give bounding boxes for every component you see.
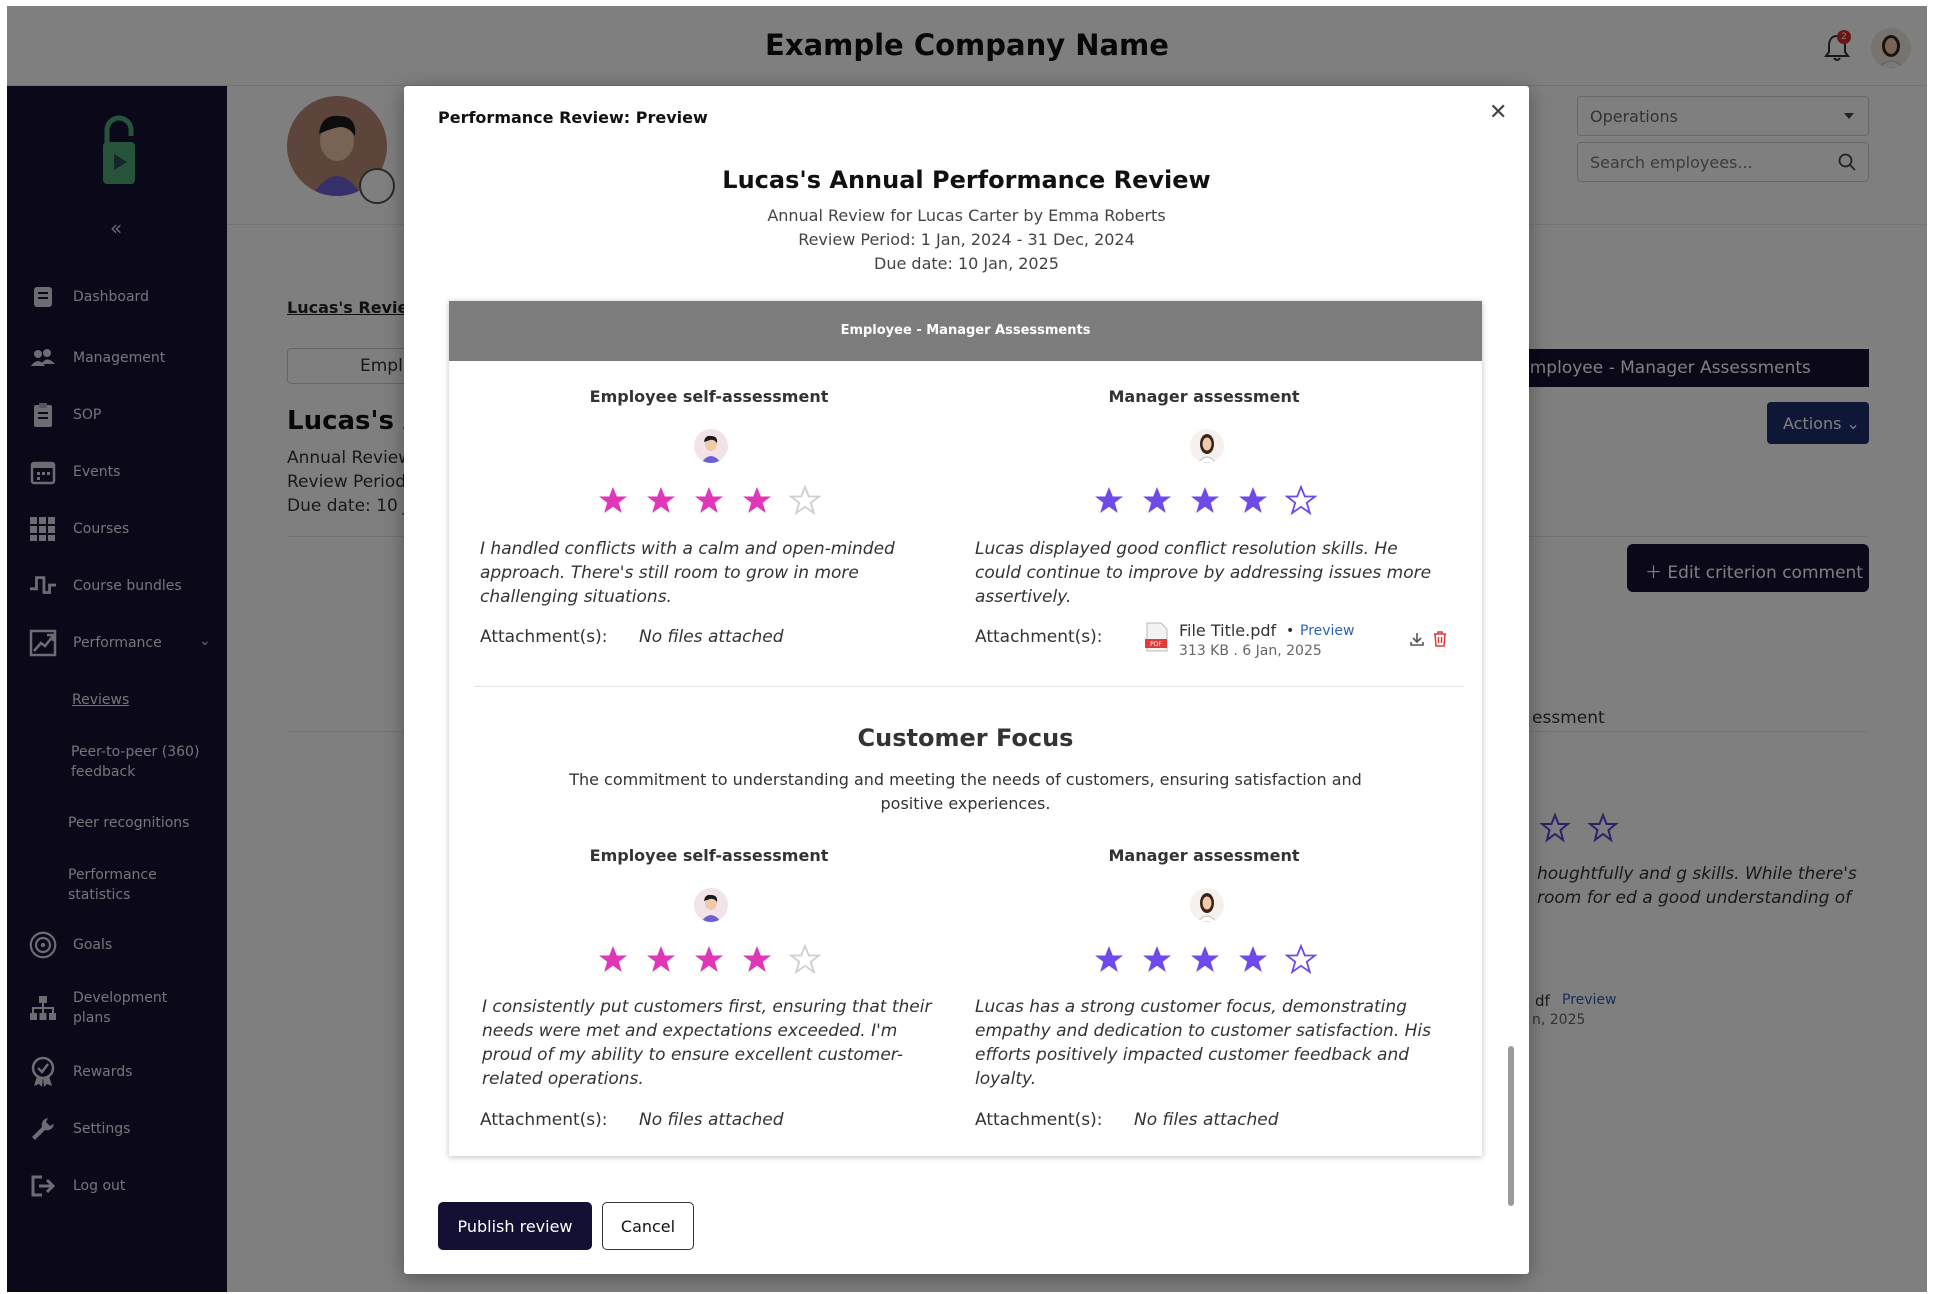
manager-avatar: [1190, 429, 1224, 463]
manager-comment: Lucas displayed good conflict resolution…: [975, 539, 1432, 607]
modal-title: Performance Review: Preview: [438, 108, 708, 127]
pdf-file-icon: PDF: [1145, 622, 1168, 652]
manager-star-rating: [1085, 483, 1325, 517]
attachments-value: No files attached: [639, 627, 784, 647]
manager-assessment: Manager assessment: [969, 846, 1439, 865]
column-heading: Employee self-assessment: [589, 387, 829, 406]
review-title: Lucas's Annual Performance Review: [722, 166, 1211, 194]
attachments-value: No files attached: [639, 1110, 784, 1130]
star-filled-icon: [1085, 483, 1133, 517]
employee-avatar: [694, 888, 728, 922]
assessments-panel[interactable]: Employee - Manager Assessments Employee …: [449, 301, 1482, 1156]
attachments-label: Attachment(s):: [480, 627, 608, 647]
star-filled-icon: [685, 483, 733, 517]
criterion-title: Customer Focus: [857, 724, 1074, 752]
app-window: Example Company Name 2 « Dashboard: [7, 6, 1927, 1292]
download-icon[interactable]: [1409, 631, 1425, 647]
manager-assessment: Manager assessment: [969, 387, 1439, 406]
column-heading: Manager assessment: [1108, 846, 1300, 865]
star-filled-icon: [589, 942, 637, 976]
star-filled-icon: [1133, 483, 1181, 517]
man-avatar-icon: [694, 429, 728, 463]
star-filled-icon: [1229, 942, 1277, 976]
star-filled-icon: [589, 483, 637, 517]
criterion-description: The commitment to understanding and meet…: [569, 770, 1362, 813]
criterion-divider: [474, 686, 1464, 687]
file-name: File Title.pdf: [1179, 621, 1277, 640]
scrollbar-thumb[interactable]: [1508, 1046, 1514, 1206]
attachments-label: Attachment(s):: [975, 1110, 1103, 1130]
star-outline-icon: [781, 483, 829, 517]
employee-comment: I handled conflicts with a calm and open…: [480, 539, 895, 607]
manager-avatar: [1190, 888, 1224, 922]
review-period: Review Period: 1 Jan, 2024 - 31 Dec, 202…: [798, 230, 1135, 249]
star-filled-icon: [685, 942, 733, 976]
employee-self-assessment: Employee self-assessment: [474, 387, 944, 406]
employee-avatar: [694, 429, 728, 463]
star-outline-icon: [1277, 942, 1325, 976]
panel-header: Employee - Manager Assessments: [449, 301, 1482, 361]
file-preview-link[interactable]: Preview: [1300, 623, 1355, 639]
manager-star-rating: [1085, 942, 1325, 976]
attachments-label: Attachment(s):: [975, 627, 1103, 647]
column-heading: Manager assessment: [1108, 387, 1300, 406]
review-meta: Annual Review for Lucas Carter by Emma R…: [404, 204, 1529, 276]
file-meta: 313 KB . 6 Jan, 2025: [1179, 643, 1322, 659]
attachments-label: Attachment(s):: [480, 1110, 608, 1130]
employee-self-assessment: Employee self-assessment: [474, 846, 944, 865]
attachments-value: No files attached: [1134, 1110, 1279, 1130]
woman-avatar-icon: [1190, 429, 1224, 463]
preview-modal: Performance Review: Preview ✕ Lucas's An…: [404, 86, 1529, 1274]
star-filled-icon: [1085, 942, 1133, 976]
review-subtitle: Annual Review for Lucas Carter by Emma R…: [767, 206, 1166, 225]
publish-review-button[interactable]: Publish review: [438, 1202, 592, 1250]
delete-icon[interactable]: [1433, 631, 1447, 647]
cancel-button[interactable]: Cancel: [602, 1202, 694, 1250]
svg-text:PDF: PDF: [1150, 641, 1162, 648]
star-filled-icon: [733, 942, 781, 976]
star-filled-icon: [637, 483, 685, 517]
star-filled-icon: [1229, 483, 1277, 517]
employee-star-rating: [589, 483, 829, 517]
man-avatar-icon: [694, 888, 728, 922]
star-filled-icon: [637, 942, 685, 976]
star-filled-icon: [1181, 942, 1229, 976]
separator-dot: •: [1286, 623, 1295, 639]
star-filled-icon: [1133, 942, 1181, 976]
column-heading: Employee self-assessment: [589, 846, 829, 865]
star-outline-icon: [781, 942, 829, 976]
star-filled-icon: [1181, 483, 1229, 517]
review-due-date: Due date: 10 Jan, 2025: [874, 254, 1059, 273]
employee-comment: I consistently put customers first, ensu…: [482, 997, 932, 1089]
woman-avatar-icon: [1190, 888, 1224, 922]
close-icon[interactable]: ✕: [1489, 100, 1507, 125]
star-outline-icon: [1277, 483, 1325, 517]
employee-star-rating: [589, 942, 829, 976]
star-filled-icon: [733, 483, 781, 517]
manager-comment: Lucas has a strong customer focus, demon…: [975, 997, 1431, 1089]
